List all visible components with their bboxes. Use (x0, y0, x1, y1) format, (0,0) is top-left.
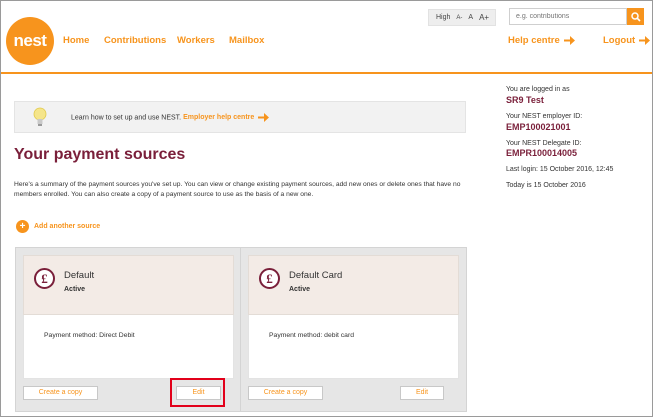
delegate-id-label: Your NEST Delegate ID: (506, 140, 582, 147)
card-name[interactable]: Default Card (289, 270, 342, 281)
text-size-normal[interactable]: A (468, 14, 473, 21)
arrow-right-icon (563, 35, 575, 45)
plus-icon: + (16, 220, 29, 233)
info-bar-message: Learn how to set up and use NEST. (71, 114, 182, 122)
card-status: Active (64, 286, 86, 293)
employer-id-label: Your NEST employer ID: (506, 113, 583, 120)
create-copy-button[interactable]: Create a copy (23, 386, 98, 400)
nav-mailbox[interactable]: Mailbox (229, 35, 264, 46)
text-size-small[interactable]: A- (456, 15, 462, 21)
arrow-right-icon (639, 35, 651, 45)
logged-in-label: You are logged in as (506, 86, 570, 93)
search-input[interactable] (509, 8, 627, 25)
pound-icon: £ (259, 268, 280, 289)
text-size-large[interactable]: A+ (479, 13, 489, 22)
card-name[interactable]: Default (64, 270, 94, 281)
text-size-control: High A- A A+ (428, 9, 496, 26)
nav-help-centre[interactable]: Help centre (508, 35, 575, 46)
nav-contributions[interactable]: Contributions (104, 35, 166, 46)
text-size-label: High (436, 14, 451, 21)
payment-method: Payment method: Direct Debit (44, 332, 135, 339)
card-body: Payment method: Direct Debit (23, 315, 234, 379)
payment-method: Payment method: debit card (269, 332, 355, 339)
nest-logo[interactable]: nest (6, 17, 54, 65)
employer-id: EMP100021001 (506, 122, 571, 132)
delegate-id: EMPR100014005 (506, 148, 578, 158)
lightbulb-icon (33, 107, 47, 126)
card-status: Active (289, 286, 311, 293)
search-button[interactable] (627, 8, 644, 25)
nav-workers[interactable]: Workers (177, 35, 215, 46)
edit-button[interactable]: Edit (400, 386, 444, 400)
arrow-right-icon (258, 113, 270, 122)
logout-label: Logout (603, 35, 636, 46)
employer-help-centre-label: Employer help centre (183, 114, 255, 122)
header-divider (1, 72, 652, 74)
add-another-source-link[interactable]: + Add another source (16, 220, 100, 233)
nav-logout[interactable]: Logout (603, 35, 651, 46)
employer-help-centre-link[interactable]: Employer help centre (183, 113, 270, 122)
card-body: Payment method: debit card (248, 315, 459, 379)
card-header: £ Default Card Active (248, 255, 459, 315)
pound-icon: £ (34, 268, 55, 289)
today-date: Today is 15 October 2016 (506, 182, 586, 189)
user-name: SR9 Test (506, 95, 544, 105)
page-title: Your payment sources (14, 146, 186, 163)
add-source-label: Add another source (34, 223, 101, 230)
search-icon (630, 11, 641, 22)
info-bar: Learn how to set up and use NEST. Employ… (14, 101, 466, 133)
info-bar-text: Learn how to set up and use NEST. Employ… (71, 113, 270, 122)
last-login: Last login: 15 October 2016, 12:45 (506, 166, 614, 173)
highlight-box (170, 378, 225, 407)
card-header: £ Default Active (23, 255, 234, 315)
help-centre-label: Help centre (508, 35, 560, 46)
create-copy-button[interactable]: Create a copy (248, 386, 323, 400)
page-summary: Here's a summary of the payment sources … (14, 181, 461, 198)
payment-source-card: £ Default Card Active Payment method: de… (240, 247, 467, 412)
nav-home[interactable]: Home (63, 35, 89, 46)
